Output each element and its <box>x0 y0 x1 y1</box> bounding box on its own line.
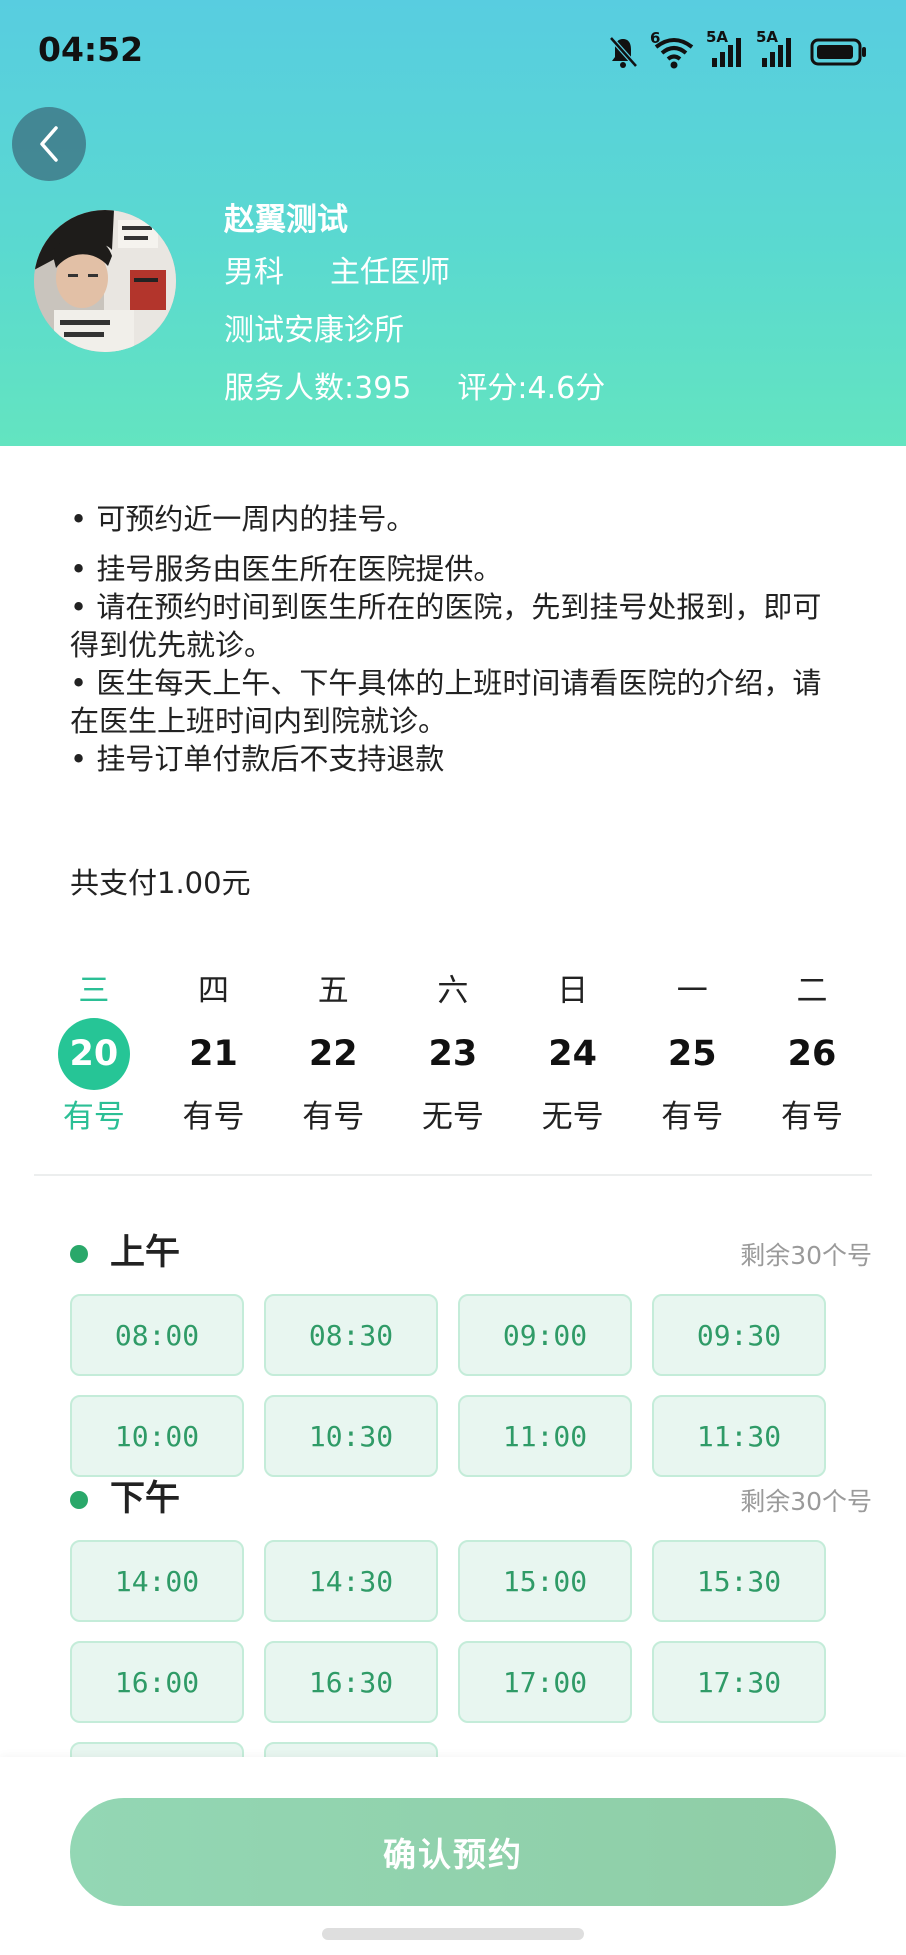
doctor-clinic: 测试安康诊所 <box>224 313 404 348</box>
date-weekday: 六 <box>437 973 469 1009</box>
time-slot-partial[interactable] <box>70 1742 244 1757</box>
date-item-20[interactable]: 三 20 有号 <box>34 964 154 1142</box>
time-slot[interactable]: 10:00 <box>70 1395 244 1477</box>
morning-header: 上午 剩余30个号 <box>70 1228 872 1278</box>
sim2-badge: 5A <box>756 28 779 46</box>
payment-total: 共支付1.00元 <box>70 866 251 900</box>
date-item-26[interactable]: 二 26 有号 <box>752 964 872 1142</box>
date-number: 25 <box>667 1034 717 1074</box>
wifi-badge: 6 <box>650 29 661 47</box>
confirm-booking-button[interactable]: 确认预约 <box>70 1798 836 1906</box>
date-weekday: 五 <box>317 973 349 1009</box>
time-slot[interactable]: 14:00 <box>70 1540 244 1622</box>
date-number: 20 <box>57 1018 130 1090</box>
date-availability: 有号 <box>62 1099 125 1135</box>
notice-item: • 挂号服务由医生所在医院提供。 • 请在预约时间到医生所在的医院，先到挂号处报… <box>70 552 822 776</box>
morning-label: 上午 <box>110 1233 181 1273</box>
sim1-signal: 5A <box>706 28 746 68</box>
time-slot[interactable]: 16:30 <box>264 1641 438 1723</box>
date-number: 26 <box>787 1034 837 1074</box>
date-item-25[interactable]: 一 25 有号 <box>632 964 752 1142</box>
sim2-signal: 5A <box>756 28 796 68</box>
morning-remaining: 剩余30个号 <box>740 1241 872 1270</box>
doctor-info: 赵翼测试 男科 主任医师 测试安康诊所 服务人数:395 评分:4.6分 <box>224 196 605 418</box>
date-availability: 无号 <box>541 1099 604 1135</box>
date-item-21[interactable]: 四 21 有号 <box>154 964 274 1142</box>
chevron-left-icon <box>40 126 58 162</box>
morning-dot <box>70 1245 88 1263</box>
time-slot[interactable]: 08:00 <box>70 1294 244 1376</box>
date-selector: 三 20 有号 四 21 有号 五 22 有号 六 23 无号 日 24 无号 一 25 有号 二 26 有号 <box>34 964 872 1142</box>
date-number: 21 <box>189 1034 238 1074</box>
date-availability: 有号 <box>182 1099 245 1135</box>
time-slot[interactable]: 17:30 <box>652 1641 826 1723</box>
time-slot-partial[interactable] <box>264 1742 438 1757</box>
afternoon-header: 下午 剩余30个号 <box>70 1474 872 1524</box>
time-slot[interactable]: 09:00 <box>458 1294 632 1376</box>
afternoon-label: 下午 <box>110 1479 181 1519</box>
avatar-image <box>34 210 176 352</box>
date-item-22[interactable]: 五 22 有号 <box>273 964 393 1142</box>
date-item-23[interactable]: 六 23 无号 <box>393 964 513 1142</box>
date-availability: 无号 <box>421 1099 484 1135</box>
bottom-bar: 确认预约 <box>0 1757 906 1955</box>
doctor-header: 04:52 6 5A 5A 赵翼测试 男科 主任医师 测试安康诊所 服务人数:3… <box>0 0 906 446</box>
date-number: 23 <box>428 1034 478 1074</box>
home-indicator[interactable] <box>322 1928 584 1940</box>
battery-icon <box>810 38 866 66</box>
notice-item: • 可预约近一周内的挂号。 <box>70 502 416 536</box>
doctor-stats: 服务人数:395 评分:4.6分 <box>224 360 605 418</box>
doctor-avatar <box>34 210 176 352</box>
time-slot[interactable]: 15:00 <box>458 1540 632 1622</box>
date-weekday: 一 <box>676 973 708 1009</box>
doctor-title: 主任医师 <box>330 255 450 290</box>
bell-muted-icon <box>609 36 638 68</box>
time-slot[interactable]: 09:30 <box>652 1294 826 1376</box>
time-slot[interactable]: 16:00 <box>70 1641 244 1723</box>
sim1-badge: 5A <box>706 28 729 46</box>
back-button[interactable] <box>12 107 86 181</box>
booking-notice: • 可预约近一周内的挂号。 • 挂号服务由医生所在医院提供。 • 请在预约时间到… <box>70 500 850 778</box>
time-slot[interactable]: 17:00 <box>458 1641 632 1723</box>
date-number: 22 <box>308 1034 358 1074</box>
morning-slot-grid: 08:00 08:30 09:00 09:30 10:00 10:30 11:00 11:30 <box>70 1294 826 1477</box>
afternoon-dot <box>70 1491 88 1509</box>
date-item-24[interactable]: 日 24 无号 <box>513 964 633 1142</box>
afternoon-remaining: 剩余30个号 <box>740 1487 872 1516</box>
time-slot[interactable]: 15:30 <box>652 1540 826 1622</box>
date-number: 24 <box>548 1034 597 1074</box>
status-bar: 04:52 6 5A 5A <box>0 0 906 104</box>
wifi-indicator: 6 <box>650 29 696 69</box>
date-weekday: 四 <box>198 973 230 1009</box>
date-weekday: 三 <box>78 973 110 1009</box>
time-slot[interactable]: 10:30 <box>264 1395 438 1477</box>
date-availability: 有号 <box>302 1099 365 1135</box>
status-time: 04:52 <box>38 30 144 69</box>
doctor-department: 男科 <box>224 255 284 290</box>
doctor-served-count: 服务人数:395 <box>224 371 412 406</box>
date-availability: 有号 <box>780 1099 843 1135</box>
time-slot[interactable]: 08:30 <box>264 1294 438 1376</box>
date-weekday: 二 <box>796 973 828 1009</box>
status-icons: 6 5A 5A <box>608 28 868 72</box>
divider <box>34 1174 872 1176</box>
more-slots-peek <box>70 1742 826 1757</box>
date-availability: 有号 <box>661 1099 724 1135</box>
afternoon-slot-grid: 14:00 14:30 15:00 15:30 16:00 16:30 17:00 17:30 <box>70 1540 826 1723</box>
time-slot[interactable]: 14:30 <box>264 1540 438 1622</box>
time-slot[interactable]: 11:00 <box>458 1395 632 1477</box>
time-slot[interactable]: 11:30 <box>652 1395 826 1477</box>
doctor-name: 赵翼测试 <box>224 202 348 238</box>
doctor-rating: 评分:4.6分 <box>457 371 606 406</box>
doctor-dept-title: 男科 主任医师 <box>224 244 605 302</box>
date-weekday: 日 <box>557 973 589 1009</box>
